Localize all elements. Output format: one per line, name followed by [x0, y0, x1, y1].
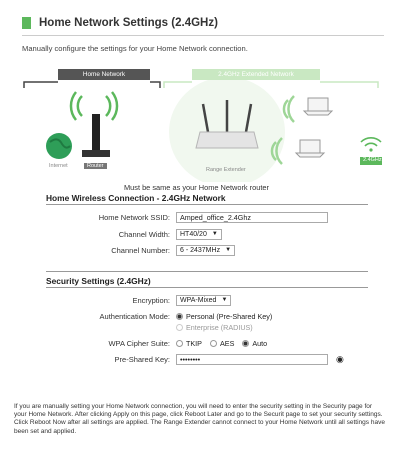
auth-personal-radio[interactable] [176, 312, 183, 320]
channel-width-row: Channel Width: HT40/20 ▼ [40, 227, 370, 241]
channel-number-value: 6 - 2437MHz [180, 246, 221, 254]
router-icon [92, 114, 100, 152]
chevron-down-icon: ▼ [225, 247, 232, 253]
chevron-down-icon: ▼ [221, 297, 228, 303]
globe-icon [46, 133, 72, 159]
ssid-label: Home Network SSID: [98, 212, 170, 222]
cipher-tkip-radio[interactable] [176, 339, 183, 347]
cipher-tkip-label: TKIP [186, 338, 202, 348]
encryption-select[interactable]: WPA-Mixed ▼ [176, 294, 232, 306]
cipher-auto-radio[interactable] [242, 339, 250, 347]
router-caption: Router [84, 163, 107, 169]
extended-network-label: 2.4GHz Extended Network [192, 69, 320, 80]
ssid-row: Home Network SSID: Amped_office_2.4Ghz [40, 210, 370, 224]
laptop-icon [307, 97, 329, 112]
page-header: Home Network Settings (2.4GHz) [22, 10, 384, 36]
psk-input[interactable]: •••••••• [176, 353, 328, 365]
psk-label: Pre-Shared Key: [114, 354, 170, 364]
wireless-section-heading: Home Wireless Connection - 2.4GHz Networ… [46, 193, 368, 205]
cipher-auto-option[interactable]: Auto [242, 339, 267, 348]
page-subtitle: Manually configure the settings for your… [22, 44, 248, 53]
channel-number-row: Channel Number: 6 - 2437MHz ▼ [40, 243, 370, 257]
channel-width-label: Channel Width: [118, 229, 170, 239]
auth-enterprise-option[interactable]: Enterprise (RADIUS) [176, 323, 253, 332]
network-diagram: Home Network 2.4GHz Extended Network Int… [22, 62, 384, 182]
channel-number-select[interactable]: 6 - 2437MHz ▼ [176, 244, 236, 256]
channel-width-select[interactable]: HT40/20 ▼ [176, 228, 222, 240]
encryption-row: Encryption: WPA-Mixed ▼ [40, 293, 370, 307]
channel-number-label: Channel Number: [111, 245, 170, 255]
encryption-value: WPA-Mixed [180, 296, 217, 304]
diagram-graphics [23, 77, 382, 182]
cipher-aes-option[interactable]: AES [209, 338, 235, 348]
auth-enterprise-label: Enterprise (RADIUS) [186, 322, 253, 332]
page-title: Home Network Settings (2.4GHz) [39, 16, 218, 29]
cipher-aes-label: AES [219, 338, 235, 348]
encryption-label: Encryption: [132, 295, 170, 305]
psk-row: Pre-Shared Key: •••••••• ◉ [40, 352, 370, 366]
ssid-note: Must be same as your Home Network router [124, 183, 269, 192]
chevron-down-icon: ▼ [211, 231, 218, 237]
auth-enterprise-radio[interactable] [176, 323, 183, 331]
band-caption: 2.4GHz [363, 157, 382, 163]
cipher-row: WPA Cipher Suite: TKIP AES Auto [40, 336, 370, 350]
ssid-input[interactable]: Amped_office_2.4Ghz [176, 211, 328, 223]
wifi-icon [360, 137, 382, 147]
help-text: If you are manually setting your Home Ne… [14, 403, 385, 435]
title-marker [22, 16, 31, 29]
eye-icon[interactable]: ◉ [336, 354, 344, 365]
internet-caption: Internet [49, 163, 68, 169]
security-section-heading: Security Settings (2.4GHz) [46, 271, 368, 288]
cipher-tkip-option[interactable]: TKIP [176, 339, 202, 348]
cipher-label: WPA Cipher Suite: [108, 338, 170, 348]
channel-width-value: HT40/20 [180, 230, 207, 238]
cipher-aes-radio[interactable] [209, 339, 217, 347]
home-network-label: Home Network [58, 69, 150, 80]
cipher-auto-label: Auto [252, 338, 268, 348]
auth-enterprise-row: Enterprise (RADIUS) [40, 320, 370, 334]
laptop-icon [299, 139, 321, 154]
extender-caption: Range Extender [206, 167, 246, 173]
